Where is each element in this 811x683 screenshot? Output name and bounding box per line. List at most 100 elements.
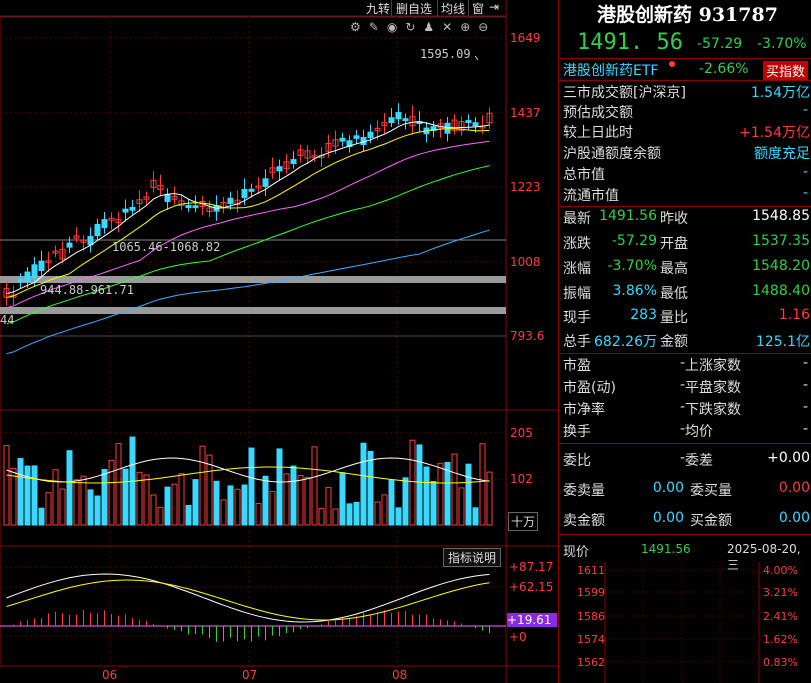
pe-label: 市盈 <box>563 358 591 374</box>
open-value: 1537.35 <box>752 233 810 249</box>
candle-body <box>248 188 255 192</box>
candle-body <box>185 205 192 209</box>
price-axis-1008: 1008 <box>510 255 541 269</box>
indicator-axis-87: +87.17 <box>509 560 554 574</box>
indicator-axis-62: +62.15 <box>509 580 554 594</box>
volume-bar <box>94 495 101 526</box>
intraday-pct-1: 1.62% <box>763 633 798 646</box>
sell-volume-label: 委卖量 <box>563 483 605 499</box>
volume-bar <box>101 469 108 526</box>
market-volume-value: 1.54万亿 <box>750 85 810 101</box>
volume-bar <box>59 488 66 526</box>
candle-body <box>290 159 297 164</box>
volume-bar <box>108 459 115 526</box>
eye-icon[interactable]: ◉ <box>387 20 405 34</box>
candle-body <box>164 194 171 202</box>
volume-bar <box>416 444 423 526</box>
open-label: 开盘 <box>660 236 688 252</box>
volume-bar <box>17 458 24 526</box>
volume-bar <box>360 442 367 526</box>
volume-bar <box>164 486 171 526</box>
volume-bar <box>374 501 381 526</box>
high-label: 最高 <box>660 261 688 277</box>
avg-price-value: - <box>802 421 808 437</box>
volume-bar <box>395 507 402 526</box>
estimated-volume-value: - <box>802 102 808 118</box>
volume-bar <box>122 468 129 526</box>
candle-body <box>38 260 45 272</box>
volume-bar <box>87 489 94 526</box>
volume-bar <box>38 507 45 526</box>
volume-bar <box>241 484 248 526</box>
volume-bar <box>276 448 283 526</box>
buy-index-button[interactable]: 买指数 <box>763 61 809 80</box>
intraday-pct-3: 3.21% <box>763 586 798 599</box>
candle-body <box>339 137 346 142</box>
latest-label: 最新 <box>563 211 591 227</box>
volume-bar <box>213 480 220 526</box>
indicator-help-button[interactable]: 指标说明 <box>443 548 502 567</box>
volume-bar <box>220 499 227 526</box>
volume-bar <box>458 487 465 526</box>
volume-bar <box>115 443 122 526</box>
volume-bar <box>192 479 199 526</box>
moving-average-line <box>6 128 490 299</box>
change-pct-value: -3.70% <box>607 258 657 274</box>
order-ratio-label: 委比 <box>563 453 591 469</box>
volume-bar <box>157 506 164 526</box>
intraday-price-1599: 1599 <box>577 586 605 599</box>
volume-bar <box>332 508 339 526</box>
volume-bar <box>269 490 276 526</box>
quote-panel: 港股创新药 931787 1491. 56 -57.29 -3.70% 港股创新… <box>558 0 811 683</box>
zoom-in-icon[interactable]: ⊕ <box>460 20 478 34</box>
high-value: 1548.20 <box>752 258 810 274</box>
current-price-value: 1491.56 <box>641 542 691 556</box>
price-axis-1223: 1223 <box>510 180 541 194</box>
volume-bar <box>472 507 479 526</box>
candle-body <box>395 112 402 120</box>
avg-price-label: 均价 <box>685 424 713 440</box>
candle-body <box>101 219 108 229</box>
lock-icon[interactable]: ♟ <box>423 20 442 34</box>
candle-body <box>276 166 283 172</box>
down-count-value: - <box>802 399 808 415</box>
volume-bar <box>262 475 269 526</box>
candle-body <box>367 131 374 139</box>
volume-bar <box>178 473 185 526</box>
refresh-icon[interactable]: ↻ <box>405 20 423 34</box>
up-count-value: - <box>802 355 808 371</box>
total-market-cap-label: 总市值 <box>563 167 605 183</box>
volume-bar <box>297 475 304 526</box>
amount-label: 金额 <box>660 334 688 350</box>
candle-body <box>444 122 451 134</box>
zoom-out-icon[interactable]: ⊖ <box>478 20 496 34</box>
float-market-cap-value: - <box>802 185 808 201</box>
moving-average-line <box>6 121 490 295</box>
flat-count-label: 平盘家数 <box>685 380 741 396</box>
volume-bar <box>409 439 416 526</box>
total-market-cap-value: - <box>802 164 808 180</box>
kline-chart-area[interactable]: 九转 删自选 均线 窗 ⇥ ⚙✎◉↻♟✕⊕⊖ 1649 1437 1223 10… <box>0 0 558 683</box>
moving-average-line <box>6 165 490 325</box>
delete-icon[interactable]: ✕ <box>442 20 460 34</box>
candle-body <box>388 117 395 124</box>
settings-icon[interactable]: ⚙ <box>350 20 369 34</box>
brush-icon[interactable]: ✎ <box>369 20 387 34</box>
volume-bar <box>185 504 192 526</box>
indicator-axis-0: +0 <box>509 630 527 644</box>
volume-bar <box>80 475 87 526</box>
intraday-price-1611: 1611 <box>577 564 605 577</box>
volume-axis-205: 205 <box>510 426 533 440</box>
volume-bar <box>479 443 486 526</box>
sell-volume-value: 0.00 <box>652 480 684 496</box>
volume-ratio-value: 1.16 <box>778 307 810 323</box>
dif-line <box>6 573 490 623</box>
candle-body <box>17 279 24 283</box>
buy-amount-label: 买金额 <box>690 513 732 529</box>
etf-link[interactable]: 港股创新药ETF <box>563 60 658 80</box>
total-volume-value: 682.26万 <box>594 334 657 350</box>
volume-bar <box>3 445 10 526</box>
candle-body <box>472 122 479 127</box>
candle-body <box>353 135 360 139</box>
candle-body <box>227 197 234 205</box>
